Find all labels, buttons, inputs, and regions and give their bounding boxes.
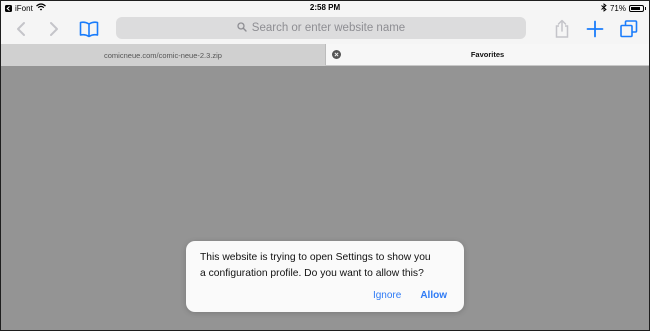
bluetooth-icon (601, 2, 607, 14)
share-icon[interactable] (551, 18, 573, 40)
tab-label: Favorites (470, 50, 505, 59)
battery-icon (629, 4, 646, 12)
battery-percent: 71% (609, 3, 626, 13)
tabs-icon[interactable] (618, 18, 640, 40)
tab-comicneue[interactable]: comicneue.com/comic-neue-2.3.zip (1, 44, 325, 66)
search-icon (237, 21, 247, 35)
open-settings-alert: This website is trying to open Settings … (186, 241, 464, 312)
close-icon[interactable] (332, 50, 341, 59)
address-placeholder: Search or enter website name (251, 22, 406, 34)
tab-favorites[interactable]: Favorites (325, 44, 649, 65)
status-bar-right: 71% (601, 2, 646, 14)
status-bar: iFont 2:58 PM 71% (1, 1, 649, 15)
allow-button[interactable]: Allow (420, 290, 447, 301)
address-bar[interactable]: Search or enter website name (116, 17, 526, 39)
alert-buttons: Ignore Allow (373, 290, 447, 301)
tab-label: comicneue.com/comic-neue-2.3.zip (104, 50, 222, 60)
ignore-button[interactable]: Ignore (373, 290, 401, 301)
tab-bar: comicneue.com/comic-neue-2.3.zip Favorit… (1, 44, 649, 66)
alert-message: This website is trying to open Settings … (200, 252, 431, 279)
ipad-screen: iFont 2:58 PM 71% Search or enter websit… (1, 1, 649, 330)
back-icon[interactable] (10, 18, 32, 40)
clock: 2:58 PM (309, 3, 341, 12)
battery-fill (631, 6, 640, 10)
new-tab-icon[interactable] (584, 18, 606, 40)
browser-toolbar: Search or enter website name (1, 15, 649, 44)
forward-icon[interactable] (43, 18, 65, 40)
bookmarks-icon[interactable] (78, 18, 100, 40)
